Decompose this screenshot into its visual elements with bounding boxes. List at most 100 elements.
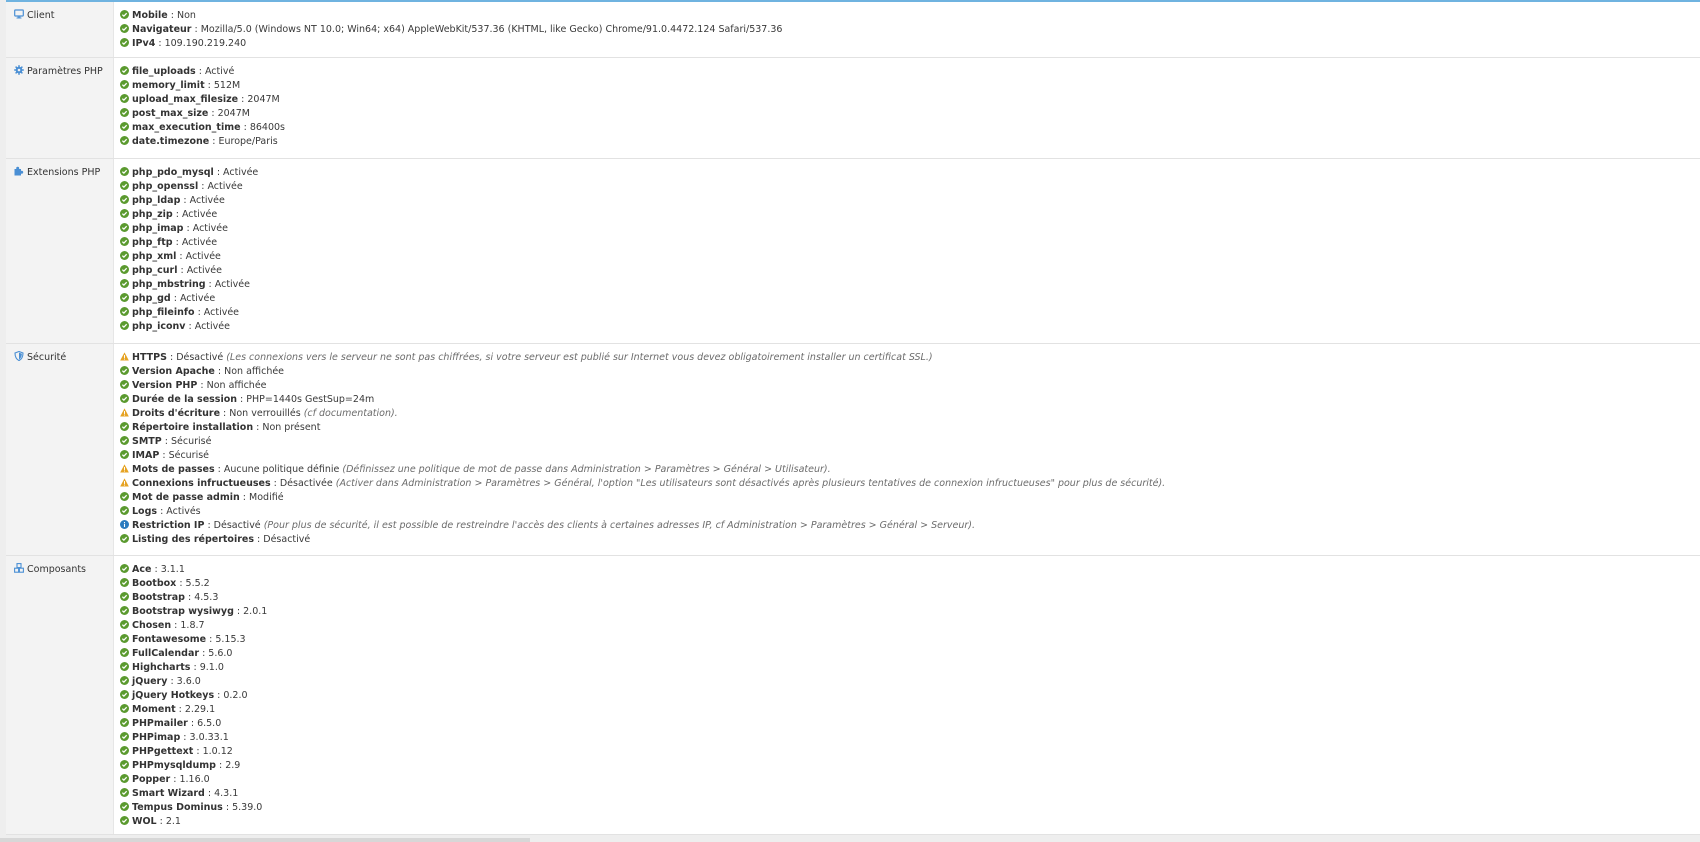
- item-value: 2047M: [217, 108, 250, 119]
- status-item: Highcharts : 9.1.0: [120, 661, 267, 675]
- check-circle-icon: [120, 506, 129, 515]
- status-item: PHPmysqldump : 2.9: [120, 759, 267, 773]
- item-key: php_gd: [132, 293, 171, 304]
- status-item: Connexions infructueuses : Désactivée (A…: [120, 477, 1165, 491]
- status-item: php_curl : Activée: [120, 264, 258, 278]
- check-circle-icon: [120, 662, 129, 671]
- item-key: php_zip: [132, 209, 173, 220]
- scrollbar-thumb[interactable]: [0, 838, 530, 842]
- item-key: Durée de la session: [132, 394, 238, 405]
- item-key: Popper: [132, 774, 171, 785]
- check-circle-icon: [120, 223, 129, 232]
- check-circle-icon: [120, 293, 129, 302]
- item-key: jQuery: [132, 676, 168, 687]
- item-key: Répertoire installation: [132, 422, 254, 433]
- section-items: file_uploads : Activé memory_limit : 512M…: [120, 65, 285, 149]
- item-key: Navigateur: [132, 24, 192, 35]
- status-item: post_max_size : 2047M: [120, 107, 285, 121]
- item-key: IPv4: [132, 38, 156, 49]
- info-circle-icon: [120, 520, 129, 529]
- item-value: Activée: [214, 279, 250, 290]
- item-note: (Pour plus de sécurité, il est possible …: [263, 520, 975, 531]
- status-item: php_ldap : Activée: [120, 194, 258, 208]
- item-key: Droits d'écriture: [132, 408, 221, 419]
- check-circle-icon: [120, 279, 129, 288]
- item-value: Activée: [189, 195, 225, 206]
- section-security: Sécurité HTTPS : Désactivé (Les connexio…: [6, 344, 1700, 556]
- item-value: Non: [177, 10, 196, 21]
- system-info-table: Client Mobile : Non Navigateur : Mozilla/…: [6, 2, 1700, 835]
- check-circle-icon: [120, 10, 129, 19]
- check-circle-icon: [120, 676, 129, 685]
- item-key: php_ftp: [132, 237, 173, 248]
- item-value: 0.2.0: [223, 690, 248, 701]
- status-item: Tempus Dominus : 5.39.0: [120, 801, 267, 815]
- item-key: Listing des répertoires: [132, 534, 255, 545]
- status-item: php_ftp : Activée: [120, 236, 258, 250]
- check-circle-icon: [120, 788, 129, 797]
- item-key: Version Apache: [132, 366, 215, 377]
- section-label: Client: [6, 2, 114, 57]
- status-item: Moment : 2.29.1: [120, 703, 267, 717]
- item-value: Aucune politique définie: [223, 464, 340, 475]
- item-value: 5.5.2: [185, 578, 210, 589]
- section-items: php_pdo_mysql : Activée php_openssl : Act…: [120, 166, 258, 334]
- item-value: Mozilla/5.0 (Windows NT 10.0; Win64; x64…: [200, 24, 783, 35]
- check-circle-icon: [120, 80, 129, 89]
- item-value: Non présent: [262, 422, 321, 433]
- item-value: 5.39.0: [232, 802, 263, 813]
- item-key: PHPmailer: [132, 718, 188, 729]
- item-key: memory_limit: [132, 80, 205, 91]
- item-key: date.timezone: [132, 136, 210, 147]
- check-circle-icon: [120, 265, 129, 274]
- item-key: PHPgettext: [132, 746, 194, 757]
- item-key: Logs: [132, 506, 158, 517]
- item-value: Désactivé: [213, 520, 261, 531]
- status-item: Smart Wizard : 4.3.1: [120, 787, 267, 801]
- item-value: Non verrouillés: [229, 408, 301, 419]
- item-key: PHPmysqldump: [132, 760, 216, 771]
- status-item: jQuery Hotkeys : 0.2.0: [120, 689, 267, 703]
- gear-icon: [14, 65, 24, 75]
- check-circle-icon: [120, 24, 129, 33]
- item-value: 5.6.0: [208, 648, 233, 659]
- check-circle-icon: [120, 94, 129, 103]
- status-item: Chosen : 1.8.7: [120, 619, 267, 633]
- item-key: FullCalendar: [132, 648, 200, 659]
- item-value: Modifié: [249, 492, 284, 503]
- item-value: Désactivé: [176, 352, 224, 363]
- warning-triangle-icon: [120, 464, 129, 473]
- item-key: Connexions infructueuses: [132, 478, 271, 489]
- status-item: Durée de la session : PHP=1440s GestSup=…: [120, 393, 1165, 407]
- status-item: Logs : Activés: [120, 505, 1165, 519]
- item-value: Activée: [223, 167, 259, 178]
- item-key: php_xml: [132, 251, 177, 262]
- status-item: Répertoire installation : Non présent: [120, 421, 1165, 435]
- section-items: Ace : 3.1.1 Bootbox : 5.5.2 Bootstrap : 4.…: [120, 563, 267, 829]
- check-circle-icon: [120, 307, 129, 316]
- section-label-text: Extensions PHP: [27, 167, 101, 178]
- check-circle-icon: [120, 774, 129, 783]
- item-value: Activée: [181, 209, 218, 220]
- item-note: (Définissez une politique de mot de pass…: [342, 464, 831, 475]
- warning-triangle-icon: [120, 408, 129, 417]
- shield-icon: [14, 350, 24, 362]
- item-key: Moment: [132, 704, 176, 715]
- status-item: Droits d'écriture : Non verrouillés (cf …: [120, 407, 1165, 421]
- item-value: Désactivé: [263, 534, 311, 545]
- section-label-text: Paramètres PHP: [27, 66, 103, 77]
- item-note: (cf documentation).: [303, 408, 398, 419]
- item-value: Désactivée: [279, 478, 333, 489]
- status-item: Restriction IP : Désactivé (Pour plus de…: [120, 519, 1165, 533]
- horizontal-scrollbar[interactable]: [0, 835, 1700, 842]
- item-value: Non affichée: [206, 380, 267, 391]
- status-item: Ace : 3.1.1: [120, 563, 267, 577]
- section-label: Paramètres PHP: [6, 58, 114, 158]
- item-value: 2.1: [165, 816, 181, 827]
- item-value: Activés: [166, 506, 201, 517]
- status-item: WOL : 2.1: [120, 815, 267, 829]
- section-label-text: Sécurité: [27, 352, 67, 363]
- item-value: Activée: [194, 321, 230, 332]
- check-circle-icon: [120, 732, 129, 741]
- status-item: Version Apache : Non affichée: [120, 365, 1165, 379]
